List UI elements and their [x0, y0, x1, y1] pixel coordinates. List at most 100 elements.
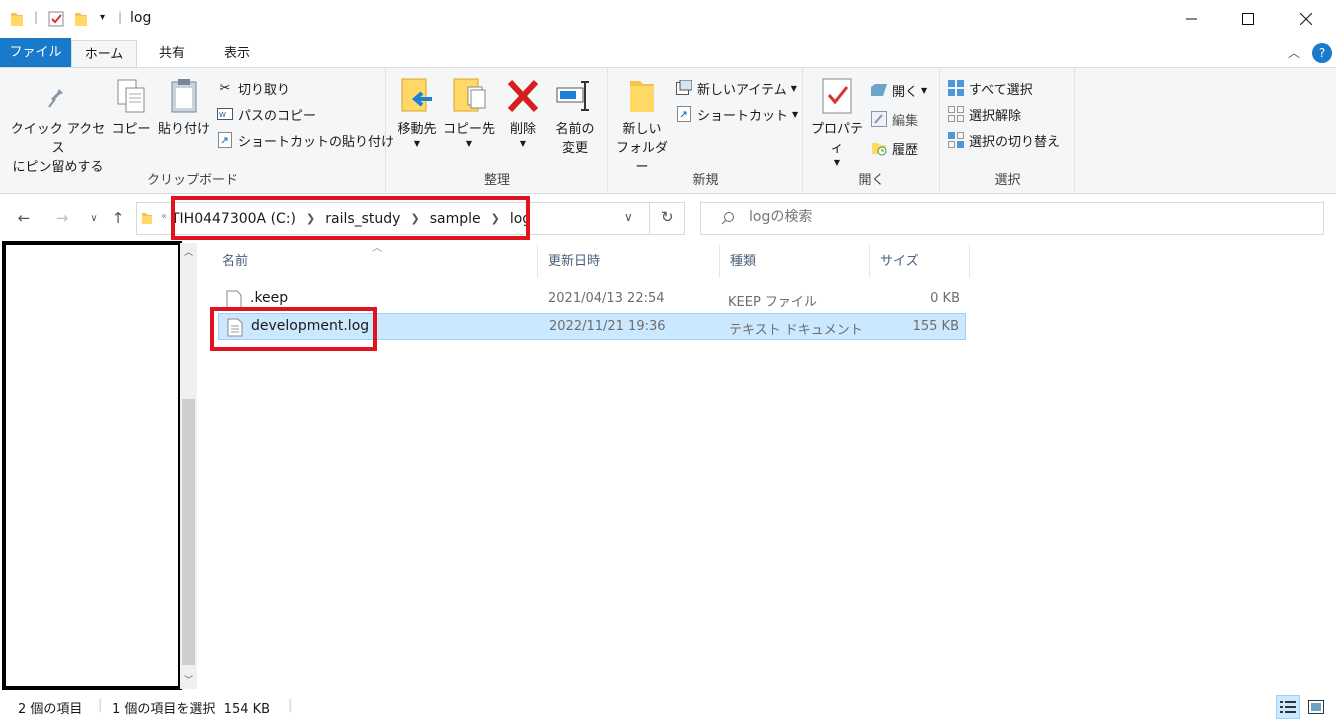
invert-selection-button[interactable]: 選択の切り替え — [947, 129, 1060, 151]
file-name: .keep — [250, 290, 289, 306]
select-all-icon — [947, 79, 965, 97]
select-group: すべて選択 選択解除 選択の切り替え 選択 — [941, 68, 1075, 192]
move-to-button[interactable]: 移動先 ▼ — [391, 74, 443, 149]
edit-button[interactable]: 編集 — [870, 108, 918, 130]
properties-quick-icon[interactable] — [48, 11, 64, 30]
back-button[interactable]: ← — [12, 206, 36, 230]
copy-button[interactable]: コピー — [110, 74, 152, 139]
maximize-button[interactable] — [1220, 0, 1276, 38]
new-item-icon — [675, 79, 693, 97]
organize-group: 移動先 ▼ コピー先 ▼ 削除 ▼ 名前の 変更 整理 — [387, 68, 608, 192]
paste-shortcut-button[interactable]: ショートカットの貼り付け — [216, 129, 394, 151]
dropdown-icon: ▼ — [921, 85, 928, 95]
tab-view[interactable]: 表示 — [207, 40, 267, 68]
paste-shortcut-label: ショートカットの貼り付け — [238, 134, 395, 150]
new-folder-quick-icon[interactable] — [74, 11, 88, 30]
chevron-down-icon: ∨ — [90, 212, 98, 224]
history-button[interactable]: 履歴 — [870, 137, 918, 159]
large-icons-view-icon — [1308, 700, 1324, 714]
ribbon: クイック アクセス にピン留めする コピー 貼り付け ✂ 切り取り W パスのコ… — [0, 67, 1336, 194]
separator: | — [118, 10, 123, 24]
copy-icon — [117, 79, 145, 113]
new-group: 新しい フォルダー 新しいアイテム ▼ ショートカット ▼ 新規 — [609, 68, 803, 192]
separator: | — [98, 698, 103, 713]
new-folder-label-1: 新しい — [622, 122, 662, 137]
scrollbar-thumb[interactable] — [182, 399, 195, 665]
rename-button[interactable]: 名前の 変更 — [549, 74, 601, 158]
shortcut-icon — [675, 105, 693, 123]
minimize-icon — [1186, 18, 1197, 20]
pin-to-quick-access-button[interactable]: クイック アクセス にピン留めする — [8, 74, 108, 177]
column-header-size[interactable]: サイズ — [870, 245, 970, 278]
help-icon[interactable]: ? — [1312, 43, 1332, 63]
column-header-name[interactable]: 名前 — [212, 245, 538, 278]
forward-button[interactable]: → — [50, 206, 74, 230]
customize-quick-access-icon[interactable]: ▾ — [100, 12, 105, 23]
separator: | — [288, 698, 293, 713]
easy-access-shortcut-button[interactable]: ショートカット ▼ — [675, 103, 798, 125]
edit-label: 編集 — [892, 113, 919, 129]
refresh-icon[interactable]: ↻ — [661, 208, 674, 226]
copy-to-button[interactable]: コピー先 ▼ — [443, 74, 495, 149]
file-modified: 2021/04/13 22:54 — [548, 291, 665, 306]
organize-group-label: 整理 — [483, 173, 510, 188]
file-size: 0 KB — [930, 291, 960, 306]
navigation-pane[interactable] — [2, 241, 182, 690]
new-folder-button[interactable]: 新しい フォルダー — [611, 74, 673, 177]
details-view-button[interactable] — [1276, 695, 1300, 719]
dropdown-icon: ▼ — [792, 109, 799, 119]
minimize-button[interactable] — [1164, 0, 1220, 38]
title-bar: | ▾ | log — [0, 0, 1336, 38]
recent-locations-button[interactable]: ∨ — [82, 206, 106, 230]
copy-label: コピー — [111, 122, 151, 137]
open-button[interactable]: 開く ▼ — [870, 79, 927, 101]
delete-button[interactable]: 削除 ▼ — [501, 74, 545, 149]
copy-to-icon — [453, 78, 486, 112]
open-icon — [870, 81, 888, 99]
invert-selection-label: 選択の切り替え — [969, 134, 1061, 150]
properties-icon — [822, 78, 852, 114]
move-to-icon — [401, 78, 432, 112]
up-button[interactable]: ↑ — [106, 206, 130, 230]
clipboard-group: クイック アクセス にピン留めする コピー 貼り付け ✂ 切り取り W パスのコ… — [0, 68, 394, 192]
paste-label: 貼り付け — [157, 122, 210, 137]
paste-button[interactable]: 貼り付け — [154, 74, 214, 139]
dropdown-icon: ▼ — [790, 83, 797, 93]
open-group: プロパティ ▼ 開く ▼ 編集 履歴 開く — [804, 68, 940, 192]
maximize-icon — [1242, 13, 1254, 25]
column-header-type[interactable]: 種類 — [720, 245, 870, 278]
scroll-up-icon[interactable]: ︿ — [184, 245, 193, 258]
properties-button[interactable]: プロパティ ▼ — [806, 74, 868, 168]
paste-shortcut-icon — [216, 131, 234, 149]
breadcrumb-overflow-icon[interactable]: « — [161, 211, 167, 222]
copy-path-icon: W — [216, 105, 234, 123]
address-dropdown-icon[interactable]: ∨ — [624, 210, 633, 224]
dropdown-icon: ▼ — [833, 158, 841, 167]
properties-label: プロパティ — [810, 122, 863, 156]
collapse-ribbon-icon[interactable]: ︿ — [1288, 44, 1300, 61]
scroll-down-icon[interactable]: ﹀ — [184, 673, 193, 686]
search-input[interactable] — [749, 209, 1309, 225]
cut-button[interactable]: ✂ 切り取り — [216, 77, 290, 99]
navigation-bar: ← → ∨ ↑ « TIH0447300A (C:) ❯ rails_study… — [0, 196, 1336, 242]
rename-icon — [556, 81, 589, 111]
new-item-button[interactable]: 新しいアイテム ▼ — [675, 77, 797, 99]
file-modified: 2022/11/21 19:36 — [549, 319, 666, 334]
select-none-button[interactable]: 選択解除 — [947, 103, 1021, 125]
search-box[interactable] — [700, 202, 1324, 235]
close-button[interactable] — [1278, 0, 1334, 38]
select-all-button[interactable]: すべて選択 — [947, 77, 1033, 99]
dropdown-icon: ▼ — [413, 139, 421, 148]
large-icons-view-button[interactable] — [1304, 695, 1328, 719]
copy-path-button[interactable]: W パスのコピー — [216, 103, 316, 125]
folder-icon — [141, 211, 153, 228]
navigation-pane-scrollbar[interactable]: ︿ ﹀ — [180, 243, 197, 689]
tab-file[interactable]: ファイル — [0, 38, 71, 68]
column-header-modified[interactable]: 更新日時 — [538, 245, 720, 278]
tab-share[interactable]: 共有 — [137, 40, 207, 68]
rename-label-2: 変更 — [561, 141, 588, 156]
clipboard-group-label: クリップボード — [146, 173, 238, 188]
new-item-label: 新しいアイテム — [697, 82, 787, 98]
tab-home[interactable]: ホーム — [71, 40, 137, 69]
move-to-label: 移動先 — [397, 122, 437, 137]
